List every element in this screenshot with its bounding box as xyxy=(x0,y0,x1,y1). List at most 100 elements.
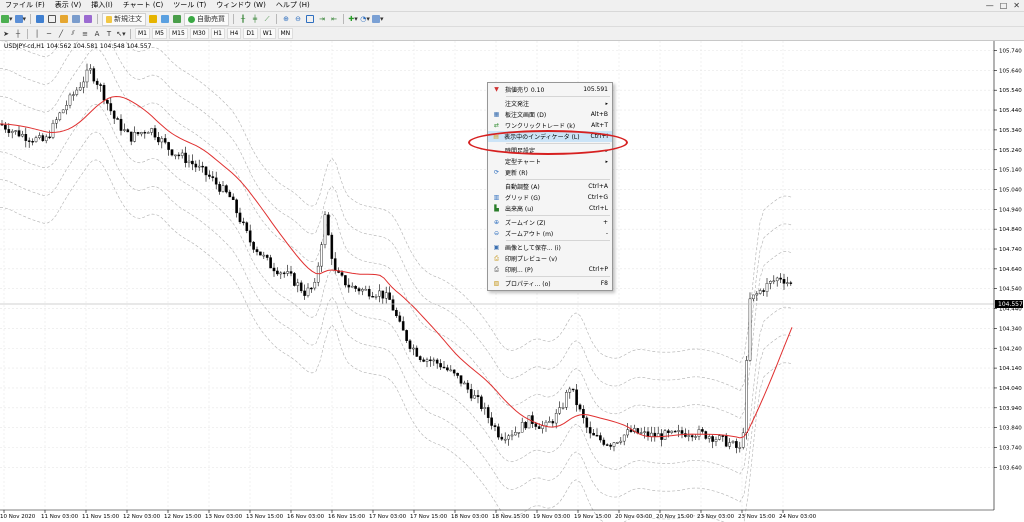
timeframe-m15[interactable]: M15 xyxy=(169,28,188,39)
menu-bar: ファイル (F) 表示 (V) 挿入(I) チャート (C) ツール (T) ウ… xyxy=(0,0,1024,12)
candle-body xyxy=(313,282,317,289)
close-button[interactable]: ✕ xyxy=(1013,0,1020,11)
strategy-tester-button[interactable] xyxy=(83,14,93,25)
market-watch-button[interactable] xyxy=(35,14,45,25)
candle-body xyxy=(388,292,391,300)
line-chart-button[interactable]: ⟋ xyxy=(262,14,272,25)
label-tool[interactable]: T xyxy=(104,28,114,39)
crosshair-tool[interactable]: ┼ xyxy=(13,28,23,39)
autotrading-button[interactable]: 自動売買 xyxy=(184,12,230,26)
timeframe-m1[interactable]: M1 xyxy=(135,28,150,39)
candle-body xyxy=(762,290,765,292)
price-axis-label: 104.540 xyxy=(999,287,1022,293)
context-menu-item[interactable]: ▦ 板注文画面 (D) Alt+B xyxy=(488,109,612,120)
market-button[interactable] xyxy=(172,14,182,25)
menu-item-shortcut: 105.591 xyxy=(583,86,608,93)
context-menu-item[interactable]: ⎙ 印刷... (P) Ctrl+P xyxy=(488,264,612,275)
candle-body xyxy=(235,199,238,214)
candle-body xyxy=(112,110,116,119)
menu-tools[interactable]: ツール (T) xyxy=(168,0,211,11)
candle-body xyxy=(140,132,143,135)
zoom-in-button[interactable]: ⊕ xyxy=(281,14,291,25)
candle-body xyxy=(238,212,242,223)
timeframe-m30[interactable]: M30 xyxy=(189,28,209,39)
highlight-ellipse xyxy=(468,130,628,155)
autoscroll-button[interactable]: ⇤ xyxy=(329,14,339,25)
context-menu-item[interactable]: ⊕ ズームイン (Z) + xyxy=(488,217,612,228)
volumes-icon: ▙ xyxy=(494,205,499,212)
context-menu-item[interactable]: ▼ 指値売り 0.10 105.591 xyxy=(488,84,612,95)
time-axis-label: 16 Nov 03:00 xyxy=(287,514,325,520)
zoom-out-button[interactable]: ⊖ xyxy=(293,14,303,25)
menu-item-label: 更新 (R) xyxy=(505,170,528,177)
candle-body xyxy=(622,434,626,442)
timeframe-h4[interactable]: H4 xyxy=(226,28,242,39)
timeframe-d1[interactable]: D1 xyxy=(243,28,258,39)
signals-button[interactable] xyxy=(160,14,170,25)
candle-body xyxy=(544,421,548,426)
trendline-tool[interactable]: ╱ xyxy=(56,28,66,39)
menu-help[interactable]: ヘルプ (H) xyxy=(271,0,315,11)
profiles-button[interactable]: ▾ xyxy=(14,14,26,25)
candle-body xyxy=(330,234,334,259)
timeframe-mn[interactable]: MN xyxy=(277,28,294,39)
periods-button[interactable]: ◔ ▾ xyxy=(360,14,370,25)
candle-body xyxy=(146,132,150,134)
menu-window[interactable]: ウィンドウ (W) xyxy=(211,0,271,11)
equidistant-channel-tool[interactable]: ⫽ xyxy=(68,28,78,39)
templates-button[interactable]: ▾ xyxy=(372,14,384,25)
context-menu-item[interactable]: ▧ プロパティ... (o) F8 xyxy=(488,278,612,289)
metaeditor-button[interactable] xyxy=(148,14,158,25)
timeframe-m5[interactable]: M5 xyxy=(152,28,167,39)
timeframe-h1[interactable]: H1 xyxy=(210,28,225,39)
new-order-button[interactable]: 新規注文 xyxy=(102,12,147,26)
candle-body xyxy=(78,87,82,91)
candle-body xyxy=(357,288,361,292)
context-menu-item[interactable]: ⊖ ズームアウト (m) - xyxy=(488,228,612,239)
menu-insert[interactable]: 挿入(I) xyxy=(86,0,118,11)
context-menu-item[interactable]: ▣ 画像として保存... (i) xyxy=(488,242,612,253)
context-menu-item[interactable]: 定型チャート ▸ xyxy=(488,156,612,167)
context-menu-item[interactable]: ⎙ 印刷プレビュー (v) xyxy=(488,253,612,264)
context-menu-item[interactable]: ⟳ 更新 (R) xyxy=(488,167,612,178)
candle-body xyxy=(643,431,646,433)
chart-shift-button[interactable]: ⇥ xyxy=(317,14,327,25)
candle-body xyxy=(469,389,473,399)
envelope-band-line xyxy=(0,48,793,419)
minimize-button[interactable]: — xyxy=(986,0,994,11)
horizontal-line-tool[interactable]: ─ xyxy=(44,28,54,39)
context-menu-item[interactable]: 注文発注 ▸ xyxy=(488,98,612,109)
data-window-button[interactable] xyxy=(47,14,57,25)
candle-body xyxy=(585,417,589,428)
candlestick-button[interactable]: ╪ xyxy=(250,14,260,25)
clock-icon: ◔ xyxy=(360,15,367,23)
text-tool[interactable]: A xyxy=(92,28,102,39)
candle-body xyxy=(371,296,374,298)
candle-body xyxy=(133,132,136,142)
menu-item-shortcut: Alt+B xyxy=(590,111,608,118)
candle-body xyxy=(524,422,527,429)
context-menu-item[interactable]: ▙ 出来高 (u) Ctrl+L xyxy=(488,203,612,214)
navigator-button[interactable] xyxy=(59,14,69,25)
candle-body xyxy=(446,367,449,371)
new-chart-button[interactable]: ▾ xyxy=(1,14,13,25)
line-chart-icon: ⟋ xyxy=(264,14,270,23)
time-axis-label: 17 Nov 15:00 xyxy=(410,514,448,520)
fibonacci-tool[interactable]: ≡ xyxy=(80,28,90,39)
cursor-tool[interactable]: ➤ xyxy=(1,28,11,39)
context-menu-item[interactable]: 自動調整 (A) Ctrl+A xyxy=(488,181,612,192)
context-menu-item[interactable]: ▥ グリッド (G) Ctrl+G xyxy=(488,192,612,203)
arrows-tool[interactable]: ↖▾ xyxy=(116,28,126,39)
menu-chart[interactable]: チャート (C) xyxy=(118,0,169,11)
menu-file[interactable]: ファイル (F) xyxy=(0,0,50,11)
candle-body xyxy=(531,415,534,424)
menu-view[interactable]: 表示 (V) xyxy=(50,0,86,11)
timeframe-w1[interactable]: W1 xyxy=(259,28,276,39)
restore-button[interactable]: □ xyxy=(1000,0,1008,11)
terminal-button[interactable] xyxy=(71,14,81,25)
bar-chart-button[interactable]: ╫ xyxy=(238,14,248,25)
vertical-line-tool[interactable]: │ xyxy=(32,28,42,39)
indicators-button[interactable]: ✚ ▾ xyxy=(348,14,358,25)
candle-body xyxy=(167,142,170,150)
tile-windows-button[interactable] xyxy=(305,14,315,25)
